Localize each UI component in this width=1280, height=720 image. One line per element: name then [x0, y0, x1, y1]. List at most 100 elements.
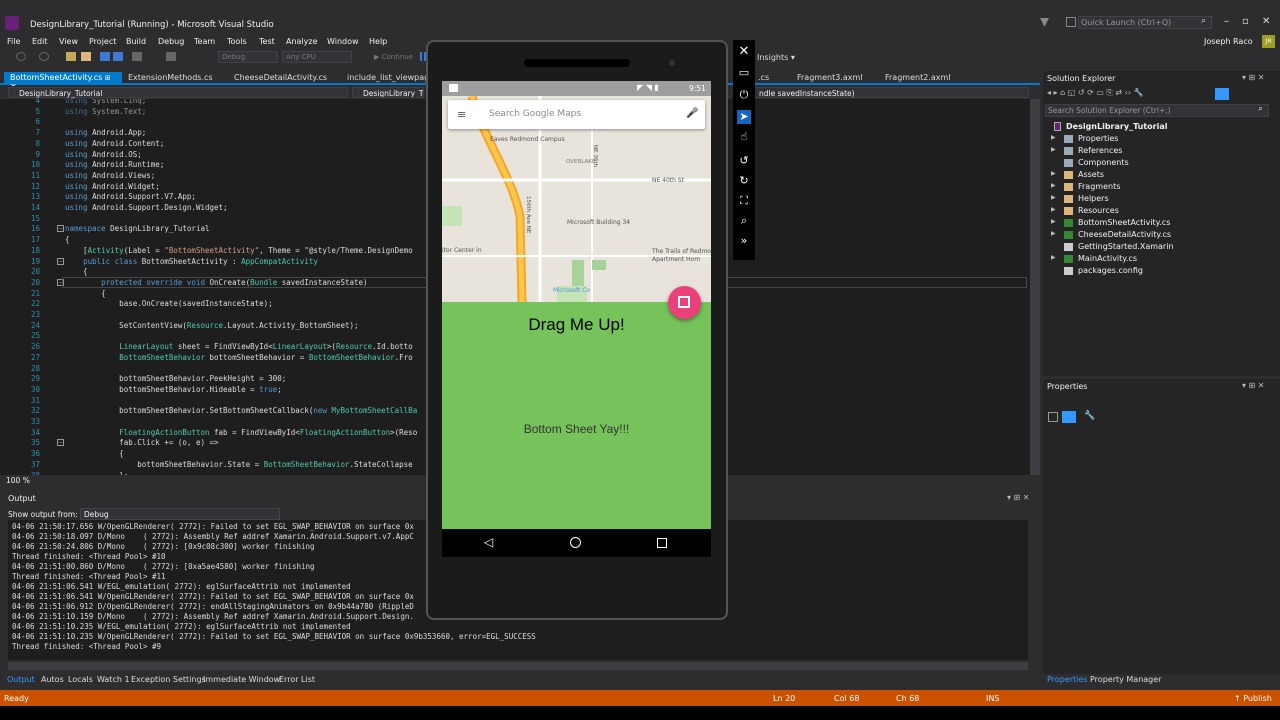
- code-line[interactable]: fab.Click += (o, e) =>: [65, 438, 218, 447]
- power-icon[interactable]: ⏻: [737, 88, 751, 102]
- expand-arrow-icon[interactable]: ▶: [1051, 230, 1056, 237]
- class-dropdown[interactable]: DesignLibrary_Tuto: [352, 87, 424, 98]
- editor-vertical-scrollbar[interactable]: [1030, 99, 1040, 475]
- code-line[interactable]: {: [65, 267, 88, 276]
- collapse-toggle-icon[interactable]: −: [57, 257, 64, 265]
- fit-screen-icon[interactable]: ⛶: [737, 194, 751, 208]
- redo-icon[interactable]: [166, 52, 176, 61]
- output-source-dropdown[interactable]: Debug: [80, 508, 280, 520]
- code-line[interactable]: {: [65, 289, 106, 298]
- solution-item[interactable]: packages.config: [1078, 266, 1143, 275]
- code-line[interactable]: bottomSheetBehavior.State = BottomSheetB…: [65, 460, 412, 469]
- menu-file[interactable]: File: [7, 37, 20, 46]
- solution-item[interactable]: BottomSheetActivity.cs: [1078, 218, 1170, 227]
- tab-property-manager[interactable]: Property Manager: [1090, 675, 1161, 684]
- new-project-icon[interactable]: [66, 52, 76, 61]
- expand-arrow-icon[interactable]: ▶: [1051, 170, 1056, 177]
- solution-item[interactable]: Properties: [1078, 134, 1118, 143]
- code-line[interactable]: FloatingActionButton fab = FindViewById<…: [65, 428, 417, 437]
- back-icon[interactable]: [16, 52, 26, 61]
- solution-explorer-toolbar[interactable]: ◂ ▸ ⌂ ◱ ↺ ⟳ ▭ ⎘ ⇄ ‹› 🔧: [1047, 88, 1237, 100]
- tab-cs[interactable]: .cs: [752, 72, 775, 85]
- solution-item[interactable]: GettingStarted.Xamarin: [1078, 242, 1174, 251]
- menu-view[interactable]: View: [59, 37, 78, 46]
- tab-bottomsheetactivity[interactable]: BottomSheetActivity.cs ⊞ ✕: [4, 72, 122, 91]
- code-line[interactable]: base.OnCreate(savedInstanceState);: [65, 299, 273, 308]
- code-line[interactable]: using Android.Views;: [65, 171, 155, 180]
- maximize-icon[interactable]: ▫: [1242, 16, 1249, 27]
- solution-root[interactable]: DesignLibrary_Tutorial: [1066, 122, 1167, 131]
- recents-nav-icon[interactable]: [657, 538, 667, 548]
- menu-debug[interactable]: Debug: [158, 37, 184, 46]
- expand-arrow-icon[interactable]: ▶: [1051, 182, 1056, 189]
- solution-explorer-controls[interactable]: ▾ ⊞ ✕: [1242, 73, 1265, 82]
- zoom-icon[interactable]: ⌕: [737, 214, 751, 228]
- tab-cheesedetailactivity[interactable]: CheeseDetailActivity.cs: [228, 72, 333, 85]
- emulator-close-icon[interactable]: ✕: [737, 44, 751, 59]
- menu-team[interactable]: Team: [194, 37, 215, 46]
- tab-error-list[interactable]: Error List: [279, 675, 315, 684]
- menu-analyze[interactable]: Analyze: [286, 37, 318, 46]
- user-name[interactable]: Joseph Raco: [1204, 37, 1253, 46]
- platform-dropdown[interactable]: Any CPU: [282, 51, 352, 63]
- code-line[interactable]: bottomSheetBehavior.SetBottomSheetCallba…: [65, 406, 417, 415]
- collapse-toggle-icon[interactable]: −: [57, 439, 64, 447]
- pointer-icon[interactable]: ➤: [737, 110, 751, 124]
- tab-fragment3[interactable]: Fragment3.axml: [791, 72, 869, 85]
- code-line[interactable]: bottomSheetBehavior.PeekHeight = 300;: [65, 374, 286, 383]
- code-line[interactable]: namespace DesignLibrary_Tutorial: [65, 224, 210, 233]
- solution-item[interactable]: MainActivity.cs: [1078, 254, 1137, 263]
- properties-controls[interactable]: ▾ ⊞ ✕: [1242, 381, 1265, 390]
- menu-test[interactable]: Test: [259, 37, 275, 46]
- property-pages-icon[interactable]: 🔧: [1084, 411, 1095, 421]
- tab-extensionmethods[interactable]: ExtensionMethods.cs: [122, 72, 219, 85]
- code-line[interactable]: bottomSheetBehavior.Hideable = true;: [65, 385, 282, 394]
- solution-item[interactable]: References: [1078, 146, 1122, 155]
- emulator-minimize-icon[interactable]: ▭: [737, 66, 751, 80]
- active-toolbar-button-icon[interactable]: [1215, 88, 1229, 100]
- expand-arrow-icon[interactable]: ▶: [1051, 134, 1056, 141]
- code-line[interactable]: using Android.Runtime;: [65, 160, 164, 169]
- forward-icon[interactable]: [39, 52, 49, 61]
- tab-exception-settings[interactable]: Exception Settings: [131, 675, 206, 684]
- code-line[interactable]: [Activity(Label = "BottomSheetActivity",…: [65, 246, 413, 255]
- alphabetical-icon[interactable]: [1062, 411, 1076, 423]
- user-avatar[interactable]: JR: [1262, 35, 1275, 48]
- solution-item[interactable]: CheeseDetailActivity.cs: [1078, 230, 1171, 239]
- pin-icon[interactable]: ⊞: [105, 74, 111, 82]
- expand-arrow-icon[interactable]: ▶: [1051, 218, 1056, 225]
- home-nav-icon[interactable]: [570, 537, 581, 548]
- insights-dropdown[interactable]: Insights ▾: [757, 53, 795, 62]
- tab-output[interactable]: Output: [7, 675, 35, 684]
- code-line[interactable]: using System.Linq;: [65, 99, 146, 105]
- code-line[interactable]: using System.Text;: [65, 107, 146, 116]
- touch-icon[interactable]: ☝: [737, 130, 751, 144]
- menu-build[interactable]: Build: [126, 37, 146, 46]
- code-line[interactable]: using Android.Content;: [65, 139, 164, 148]
- minimize-icon[interactable]: –: [1224, 16, 1229, 27]
- menu-tools[interactable]: Tools: [227, 37, 247, 46]
- expand-arrow-icon[interactable]: ▶: [1051, 206, 1056, 213]
- rotate-left-icon[interactable]: ↺: [737, 154, 751, 168]
- tab-fragment2[interactable]: Fragment2.axml: [879, 72, 957, 85]
- menu-edit[interactable]: Edit: [32, 37, 48, 46]
- code-line[interactable]: public class BottomSheetActivity : AppCo…: [65, 257, 318, 266]
- code-line[interactable]: BottomSheetBehavior bottomSheetBehavior …: [65, 353, 413, 362]
- code-line[interactable]: using Android.Widget;: [65, 182, 160, 191]
- collapse-toggle-icon[interactable]: −: [57, 225, 64, 233]
- back-nav-icon[interactable]: ◁: [484, 535, 493, 549]
- save-all-icon[interactable]: [113, 52, 123, 61]
- search-icon[interactable]: ⌕: [1201, 16, 1206, 26]
- code-line[interactable]: {: [65, 235, 70, 244]
- menu-help[interactable]: Help: [369, 37, 387, 46]
- solution-item[interactable]: Assets: [1078, 170, 1104, 179]
- code-line[interactable]: SetContentView(Resource.Layout.Activity_…: [65, 321, 358, 330]
- tab-immediate-window[interactable]: Immediate Window: [203, 675, 280, 684]
- menu-window[interactable]: Window: [327, 37, 359, 46]
- save-icon[interactable]: [100, 52, 110, 61]
- tab-properties[interactable]: Properties: [1047, 675, 1087, 684]
- code-line[interactable]: using Android.OS;: [65, 150, 142, 159]
- close-icon[interactable]: ✕: [1262, 16, 1270, 27]
- notifications-icon[interactable]: [1066, 17, 1076, 27]
- solution-item[interactable]: Resources: [1078, 206, 1119, 215]
